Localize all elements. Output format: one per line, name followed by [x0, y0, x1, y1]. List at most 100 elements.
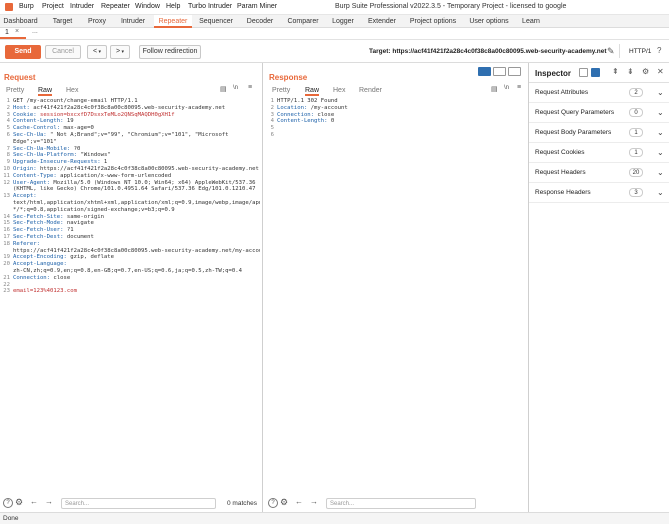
line-number: 13 — [3, 193, 10, 200]
inspector-layout-active-icon[interactable] — [591, 68, 600, 77]
header-value: " Not A;Brand";v="99", "Chromium";v="101… — [46, 131, 229, 138]
close-inspector-icon[interactable]: ✕ — [657, 67, 664, 76]
expand-all-icon[interactable]: ⇟ — [627, 67, 634, 76]
layout-tabs-icon[interactable] — [508, 67, 521, 76]
settings-icon[interactable]: ⚙ — [642, 67, 649, 76]
previous-request-button[interactable]: < ▾ — [87, 45, 107, 59]
chevron-down-icon[interactable]: ⌄ — [657, 128, 664, 137]
menu-intruder[interactable]: Intruder — [70, 3, 94, 10]
line-number: 2 — [270, 104, 274, 111]
tab-proxy[interactable]: Proxy — [83, 15, 111, 28]
cancel-button[interactable]: Cancel — [45, 45, 81, 59]
request-tab-pretty[interactable]: Pretty — [6, 86, 24, 96]
arrow-right-icon[interactable]: → — [45, 497, 53, 506]
menu-turbo-intruder[interactable]: Turbo Intruder — [188, 3, 232, 10]
next-request-button[interactable]: > ▾ — [110, 45, 130, 59]
inspector-request-query-parameters[interactable]: Request Query Parameters 0 ⌄ — [529, 103, 669, 123]
http-version-selector[interactable]: HTTP/1 — [629, 48, 651, 55]
tab-decoder[interactable]: Decoder — [241, 15, 279, 28]
code-line: 12 User-Agent: Mozilla/5.0 (Windows NT 10… — [2, 180, 260, 187]
code-line: Edge";v="101" — [2, 139, 260, 146]
inspector-response-headers[interactable]: Response Headers 3 ⌄ — [529, 183, 669, 203]
menu-repeater[interactable]: Repeater — [101, 3, 130, 10]
header-name: Sec-Ch-Ua-Platform: — [13, 152, 77, 159]
request-tab-hex[interactable]: Hex — [66, 86, 78, 96]
help-icon[interactable]: ? — [3, 498, 13, 508]
chevron-down-icon[interactable]: ⌄ — [657, 108, 664, 117]
line-number: 16 — [3, 227, 10, 234]
inspector-request-cookies[interactable]: Request Cookies 1 ⌄ — [529, 143, 669, 163]
message-actions-icon[interactable]: ▤ — [491, 85, 498, 93]
header-value: close — [50, 274, 71, 281]
response-tab-render[interactable]: Render — [359, 86, 382, 96]
help-icon[interactable]: ? — [268, 498, 278, 508]
collapse-all-icon[interactable]: ⇞ — [612, 67, 619, 76]
request-editor[interactable]: 1 GET /my-account/change-email HTTP/1.1 2 H… — [2, 98, 260, 493]
header-name: Accept-Encoding: — [13, 254, 67, 261]
tab-user-options[interactable]: User options — [464, 15, 514, 28]
tab-target[interactable]: Target — [44, 15, 81, 28]
response-editor[interactable]: 1 HTTP/1.1 302 Found 2 Location: /my-accoun… — [266, 98, 526, 493]
close-tab-icon[interactable]: × — [15, 28, 19, 35]
tab-extender[interactable]: Extender — [362, 15, 402, 28]
tab-learn[interactable]: Learn — [517, 15, 545, 28]
request-search-input[interactable]: Search... — [61, 498, 216, 509]
send-button[interactable]: Send — [5, 45, 41, 59]
menu-param-miner[interactable]: Param Miner — [237, 3, 277, 10]
repeater-tab-1[interactable]: 1 × — [0, 28, 26, 39]
request-pane: Request Pretty Raw Hex ▤ \n ≡ 1 GET /my-a… — [0, 63, 262, 495]
tab-logger[interactable]: Logger — [327, 15, 359, 28]
menu-help[interactable]: Help — [166, 3, 180, 10]
menu-project[interactable]: Project — [42, 3, 64, 10]
message-actions-icon[interactable]: ▤ — [220, 85, 227, 93]
tab-project-options[interactable]: Project options — [405, 15, 461, 28]
tab-comparer[interactable]: Comparer — [282, 15, 324, 28]
follow-redirection-button[interactable]: Follow redirection — [139, 45, 201, 59]
inspector-request-headers[interactable]: Request Headers 20 ⌄ — [529, 163, 669, 183]
response-search-input[interactable]: Search... — [326, 498, 476, 509]
chevron-down-icon[interactable]: ⌄ — [657, 188, 664, 197]
layout-vertical-icon[interactable] — [493, 67, 506, 76]
response-tab-pretty[interactable]: Pretty — [272, 86, 290, 96]
menu-burp[interactable]: Burp — [19, 3, 34, 10]
tab-sequencer[interactable]: Sequencer — [194, 15, 238, 28]
arrow-left-icon[interactable]: ← — [295, 497, 303, 506]
search-settings-icon[interactable]: ⚙ — [280, 497, 288, 508]
code-line: 20 Accept-Language: — [2, 261, 260, 268]
layout-horizontal-icon[interactable] — [478, 67, 491, 76]
inspector-request-attributes[interactable]: Request Attributes 2 ⌄ — [529, 83, 669, 103]
menu-window[interactable]: Window — [135, 3, 160, 10]
chevron-down-icon[interactable]: ⌄ — [657, 88, 664, 97]
pane-divider[interactable] — [262, 63, 263, 512]
newline-toggle-icon[interactable]: \n — [233, 85, 238, 91]
code-line: 22 — [2, 282, 260, 289]
header-name: Content-Type: — [13, 172, 57, 179]
new-tab-button[interactable]: ... — [32, 28, 38, 35]
header-name: Sec-Fetch-Dest: — [13, 233, 64, 240]
tab-repeater[interactable]: Repeater — [154, 15, 192, 28]
line-number: 6 — [6, 131, 10, 138]
newline-toggle-icon[interactable]: \n — [504, 85, 509, 91]
tab-intruder[interactable]: Intruder — [113, 15, 153, 28]
arrow-left-icon[interactable]: ← — [30, 497, 38, 506]
chevron-down-icon[interactable]: ⌄ — [657, 148, 664, 157]
code-line: 4 Content-Length: 19 — [2, 118, 260, 125]
help-icon[interactable]: ? — [657, 46, 661, 55]
response-tab-raw[interactable]: Raw — [305, 86, 320, 96]
edit-target-icon[interactable]: ✎ — [607, 46, 615, 57]
tab-dashboard[interactable]: Dashboard — [0, 15, 41, 28]
code-line: (KHTML, like Gecko) Chrome/101.0.4951.64… — [2, 186, 260, 193]
request-tab-raw[interactable]: Raw — [38, 86, 53, 96]
header-value: HTTP/1.1 302 Found — [277, 98, 338, 104]
more-options-icon[interactable]: ≡ — [517, 84, 521, 91]
header-name: Content-Length: — [13, 118, 64, 125]
header-name: Cookie: — [13, 111, 37, 118]
inspector-layout-icon[interactable] — [579, 68, 588, 77]
inspector-request-body-parameters[interactable]: Request Body Parameters 1 ⌄ — [529, 123, 669, 143]
header-name: Sec-Ch-Ua-Mobile: — [13, 145, 71, 152]
arrow-right-icon[interactable]: → — [310, 497, 318, 506]
more-options-icon[interactable]: ≡ — [248, 84, 252, 91]
chevron-down-icon[interactable]: ⌄ — [657, 168, 664, 177]
search-settings-icon[interactable]: ⚙ — [15, 497, 23, 508]
response-tab-hex[interactable]: Hex — [333, 86, 345, 96]
